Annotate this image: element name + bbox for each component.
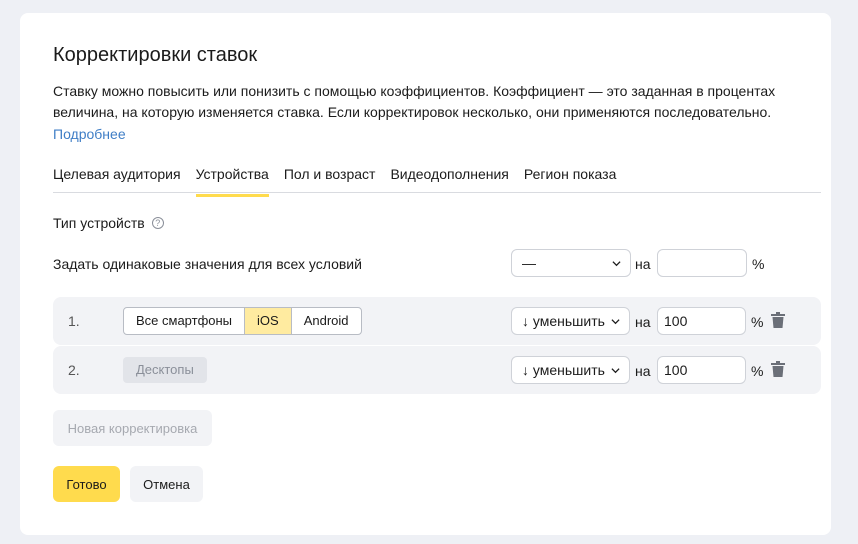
dialog-description: Ставку можно повысить или понизить с пом… bbox=[53, 83, 776, 120]
percent-label: % bbox=[751, 363, 764, 379]
same-values-label: Задать одинаковые значения для всех усло… bbox=[53, 256, 362, 272]
trash-icon[interactable] bbox=[771, 312, 785, 328]
same-values-select-value: — bbox=[522, 255, 536, 271]
segment-all-smartphones[interactable]: Все смартфоны bbox=[124, 308, 246, 334]
same-values-on-label: на bbox=[635, 256, 651, 272]
tab-region[interactable]: Регион показа bbox=[524, 166, 616, 194]
value-input[interactable]: 100 bbox=[657, 307, 746, 335]
on-label: на bbox=[635, 363, 651, 379]
chevron-down-icon bbox=[611, 319, 620, 325]
direction-select-value: ↓ уменьшить bbox=[522, 362, 605, 378]
same-values-percent: % bbox=[752, 256, 765, 272]
device-type-label: Тип устройств bbox=[53, 215, 145, 231]
direction-select-value: ↓ уменьшить bbox=[522, 313, 605, 329]
segment-android[interactable]: Android bbox=[292, 308, 361, 334]
more-link[interactable]: Подробнее bbox=[53, 126, 126, 142]
dialog-title: Корректировки ставок bbox=[53, 44, 258, 66]
chevron-down-icon bbox=[612, 261, 621, 267]
help-icon[interactable]: ? bbox=[151, 217, 164, 229]
row-number: 1. bbox=[68, 313, 80, 329]
chevron-down-icon bbox=[611, 368, 620, 374]
same-values-input[interactable] bbox=[657, 249, 747, 277]
on-label: на bbox=[635, 314, 651, 330]
adjustment-row-2: 2. Десктопы ↓ уменьшить на 100 % bbox=[53, 346, 821, 394]
row-number: 2. bbox=[68, 362, 80, 378]
segment-ios[interactable]: iOS bbox=[245, 308, 292, 334]
value-input[interactable]: 100 bbox=[657, 356, 746, 384]
new-adjustment-button[interactable]: Новая корректировка bbox=[53, 410, 212, 446]
cancel-button[interactable]: Отмена bbox=[130, 466, 203, 502]
tab-video-extensions[interactable]: Видеодополнения bbox=[390, 166, 508, 194]
adjustments-dialog: Корректировки ставок Ставку можно повыси… bbox=[20, 13, 831, 535]
device-type-heading: Тип устройств ? bbox=[53, 215, 164, 231]
done-button[interactable]: Готово bbox=[53, 466, 120, 502]
direction-select[interactable]: ↓ уменьшить bbox=[511, 307, 630, 335]
percent-label: % bbox=[751, 314, 764, 330]
tabs: Целевая аудитория Устройства Пол и возра… bbox=[53, 166, 631, 197]
same-values-select[interactable]: — bbox=[511, 249, 631, 277]
desktops-chip: Десктопы bbox=[123, 357, 207, 383]
direction-select[interactable]: ↓ уменьшить bbox=[511, 356, 630, 384]
device-segmented-control: Все смартфоны iOS Android bbox=[123, 307, 362, 335]
trash-icon[interactable] bbox=[771, 361, 785, 377]
tab-gender-age[interactable]: Пол и возраст bbox=[284, 166, 376, 194]
tab-target-audience[interactable]: Целевая аудитория bbox=[53, 166, 181, 194]
adjustment-row-1: 1. Все смартфоны iOS Android ↓ уменьшить… bbox=[53, 297, 821, 345]
tabs-divider bbox=[53, 192, 821, 193]
tab-devices[interactable]: Устройства bbox=[195, 166, 270, 197]
